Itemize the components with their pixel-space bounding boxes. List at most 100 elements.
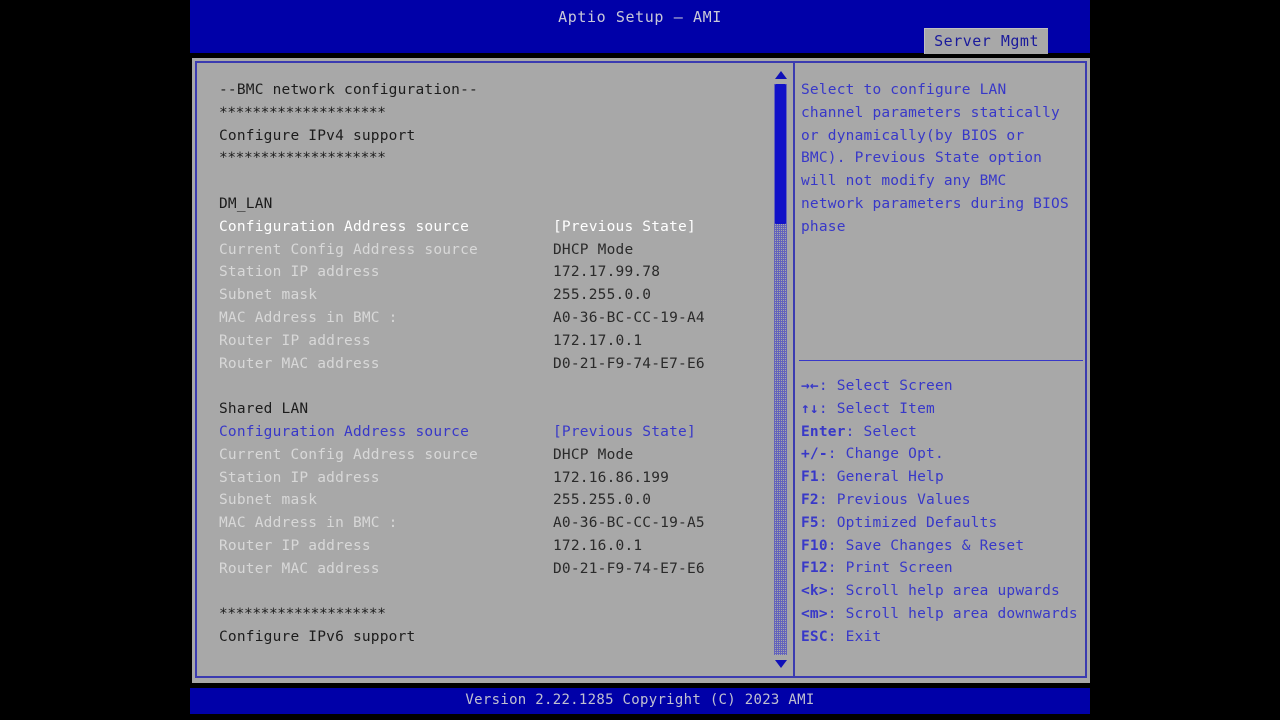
setting-value[interactable]: [Previous State] [553, 216, 696, 239]
scroll-up-arrow-icon[interactable] [775, 71, 787, 79]
separator-asterisks: ******************** [219, 104, 386, 121]
version-text: Version 2.22.1285 Copyright (C) 2023 AMI [465, 692, 815, 708]
setting-row-config-address-source-dm[interactable]: Configuration Address source [Previous S… [219, 216, 764, 239]
legend-item-scroll-up: <k>: Scroll help area upwards [801, 580, 1085, 603]
status-bar: Version 2.22.1285 Copyright (C) 2023 AMI [190, 688, 1090, 714]
legend-item-change-opt: +/-: Change Opt. [801, 443, 1085, 466]
legend-item-scroll-down: <m>: Scroll help area downwards [801, 603, 1085, 626]
setting-label: Configuration Address source [219, 423, 470, 440]
arrow-left-right-icon: →← [801, 378, 819, 394]
setting-value: DHCP Mode [553, 446, 634, 463]
title-bar: Aptio Setup – AMI Server Mgmt [190, 0, 1090, 54]
legend-key: F2 [801, 491, 819, 508]
legend-key: Enter [801, 423, 846, 440]
legend-key: +/- [801, 446, 828, 463]
ipv6-heading-row: Configure IPv6 support [219, 626, 764, 649]
arrow-up-down-icon: ↑↓ [801, 400, 819, 417]
legend-label: : Scroll help area downwards [827, 605, 1078, 622]
help-line: network parameters during BIOS [801, 195, 1069, 212]
help-legend-divider [799, 360, 1083, 361]
legend-item-f10: F10: Save Changes & Reset [801, 535, 1085, 558]
help-line: or dynamically(by BIOS or [801, 127, 1025, 144]
setting-value: 255.255.0.0 [553, 492, 652, 509]
help-line: BMC). Previous State option [801, 150, 1043, 167]
setting-value: D0-21-F9-74-E7-E6 [553, 355, 705, 372]
tab-server-mgmt[interactable]: Server Mgmt [924, 28, 1048, 54]
setting-label: Configuration Address source [219, 218, 470, 235]
help-line: phase [801, 218, 846, 235]
setting-label: Router MAC address [219, 355, 380, 372]
scroll-down-arrow-icon[interactable] [775, 660, 787, 668]
setting-value: 172.17.0.1 [553, 332, 643, 349]
legend-key: ESC [801, 628, 828, 645]
legend-item-f2: F2: Previous Values [801, 489, 1085, 512]
settings-list: --BMC network configuration-- **********… [219, 79, 764, 649]
setting-row-current-config-address-source-dm: Current Config Address source DHCP Mode [219, 239, 764, 262]
setting-value: 172.16.0.1 [553, 537, 643, 554]
setting-row-mac-address-dm: MAC Address in BMC : A0-36-BC-CC-19-A4 [219, 307, 764, 330]
legend-label: : Exit [827, 628, 882, 645]
setting-label: Router IP address [219, 537, 371, 554]
legend-label: : Print Screen [827, 560, 953, 577]
group-label-shared-lan: Shared LAN [219, 398, 764, 421]
keyboard-legend: →←: Select Screen ↑↓: Select Item Enter:… [801, 375, 1085, 649]
legend-item-f12: F12: Print Screen [801, 557, 1085, 580]
legend-item-enter: Enter: Select [801, 421, 1085, 444]
setting-label: MAC Address in BMC : [219, 515, 398, 532]
settings-panel: --BMC network configuration-- **********… [197, 63, 791, 676]
setting-label: Station IP address [219, 264, 380, 281]
legend-label: : General Help [818, 469, 944, 486]
group-name: Shared LAN [219, 401, 309, 418]
setting-row-current-config-address-source-shared: Current Config Address source DHCP Mode [219, 444, 764, 467]
setting-value: 255.255.0.0 [553, 287, 652, 304]
help-description: Select to configure LAN channel paramete… [801, 79, 1085, 239]
vertical-scrollbar[interactable] [773, 67, 789, 672]
setting-label: Router MAC address [219, 560, 380, 577]
legend-label: : Scroll help area upwards [827, 583, 1060, 600]
help-line: Select to configure LAN [801, 82, 1007, 98]
group-name: DM_LAN [219, 195, 273, 212]
legend-key: <m> [801, 605, 828, 622]
setting-row-station-ip-shared: Station IP address 172.16.86.199 [219, 467, 764, 490]
legend-item-f1: F1: General Help [801, 466, 1085, 489]
separator-row-1: ******************** [219, 102, 764, 125]
legend-item-select-item: ↑↓: Select Item [801, 398, 1085, 421]
help-panel: Select to configure LAN channel paramete… [797, 63, 1085, 676]
setting-label: Subnet mask [219, 492, 318, 509]
legend-label: : Select Item [818, 400, 935, 417]
separator-row-3: ******************** [219, 603, 764, 626]
legend-label: : Optimized Defaults [818, 514, 998, 531]
setting-value[interactable]: [Previous State] [553, 421, 696, 444]
section-title-row: --BMC network configuration-- [219, 79, 764, 102]
setting-row-subnet-mask-dm: Subnet mask 255.255.0.0 [219, 284, 764, 307]
setting-label: Router IP address [219, 332, 371, 349]
setting-value: A0-36-BC-CC-19-A4 [553, 309, 705, 326]
setting-row-station-ip-dm: Station IP address 172.17.99.78 [219, 261, 764, 284]
setting-value: DHCP Mode [553, 241, 634, 258]
setting-row-router-ip-shared: Router IP address 172.16.0.1 [219, 535, 764, 558]
panel-border: --BMC network configuration-- **********… [195, 61, 1087, 678]
scrollbar-thumb[interactable] [775, 84, 786, 224]
group-label-dm-lan: DM_LAN [219, 193, 764, 216]
ipv4-heading-row: Configure IPv4 support [219, 125, 764, 148]
setting-row-subnet-mask-shared: Subnet mask 255.255.0.0 [219, 489, 764, 512]
setting-row-config-address-source-shared[interactable]: Configuration Address source [Previous S… [219, 421, 764, 444]
legend-key: <k> [801, 583, 828, 600]
setting-row-router-mac-shared: Router MAC address D0-21-F9-74-E7-E6 [219, 558, 764, 581]
legend-key: F5 [801, 514, 819, 531]
setting-label: Current Config Address source [219, 446, 478, 463]
separator-asterisks: ******************** [219, 150, 386, 167]
legend-key: F1 [801, 469, 819, 486]
setting-row-router-mac-dm: Router MAC address D0-21-F9-74-E7-E6 [219, 353, 764, 376]
setting-label: Current Config Address source [219, 241, 478, 258]
setting-row-mac-address-shared: MAC Address in BMC : A0-36-BC-CC-19-A5 [219, 512, 764, 535]
legend-label: : Select [845, 423, 918, 440]
section-title: --BMC network configuration-- [219, 82, 478, 98]
bios-setup-screen: Aptio Setup – AMI Server Mgmt --BMC netw… [190, 0, 1090, 720]
legend-label: : Change Opt. [827, 446, 944, 463]
help-line: will not modify any BMC [801, 173, 1007, 190]
legend-item-select-screen: →←: Select Screen [801, 375, 1085, 398]
setting-row-router-ip-dm: Router IP address 172.17.0.1 [219, 330, 764, 353]
legend-item-f5: F5: Optimized Defaults [801, 512, 1085, 535]
legend-label: : Save Changes & Reset [827, 537, 1025, 554]
